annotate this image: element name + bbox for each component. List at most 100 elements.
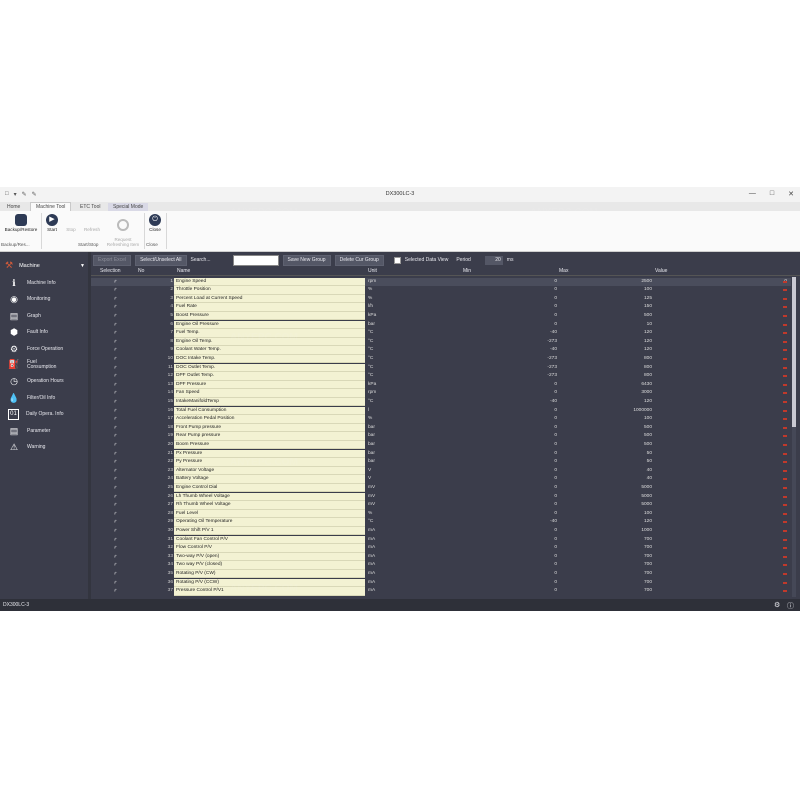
tab-special-mode[interactable]: Special Mode: [108, 203, 149, 211]
sidebar-item-machine-info[interactable]: ℹ Machine Info: [8, 276, 86, 290]
table-row[interactable]: ♂ 20 Boom Pressure bar 0 500: [91, 440, 791, 450]
column-header-max[interactable]: Max: [559, 268, 568, 274]
table-row[interactable]: ♂ 35 Rotating P/V (CW) mA 0 700: [91, 569, 791, 579]
selection-toggle-icon[interactable]: ♂: [113, 286, 117, 295]
selection-toggle-icon[interactable]: ♂: [113, 364, 117, 373]
selection-toggle-icon[interactable]: ♂: [113, 381, 117, 390]
selection-toggle-icon[interactable]: ♂: [113, 570, 117, 579]
start-button[interactable]: ▶ Start: [43, 212, 61, 232]
sidebar-item-graph[interactable]: ▤ Graph: [8, 309, 86, 323]
sidebar-item-force-operation[interactable]: ⚙ Force Operation: [8, 342, 86, 356]
table-row[interactable]: ♂ 16 Total Fuel Consumption l 0 1000000: [91, 406, 791, 416]
selection-toggle-icon[interactable]: ♂: [113, 518, 117, 527]
table-row[interactable]: ♂ 26 Lh Thumb Wheel Voltage mV 0 5000: [91, 492, 791, 502]
selection-toggle-icon[interactable]: ♂: [113, 475, 117, 484]
table-row[interactable]: ♂ 17 Acceleration Pedal Position% 0 100: [91, 415, 791, 424]
sidebar-item-daily-opera-info[interactable]: 01 Daily Opera. Info: [8, 407, 86, 421]
refresh-button[interactable]: Refresh: [81, 212, 103, 232]
column-header-unit[interactable]: Unit: [368, 268, 377, 274]
table-row[interactable]: ♂ 32 Flow Control P/V mA 0 700: [91, 544, 791, 553]
selection-toggle-icon[interactable]: ♂: [113, 536, 117, 545]
table-row[interactable]: ♂ 23 Alternator Voltage V 0 40: [91, 466, 791, 476]
table-row[interactable]: ♂ 7 Fuel Temp. °C -40 120: [91, 329, 791, 338]
sidebar-item-warning[interactable]: ⚠ Warning: [8, 440, 86, 454]
maximize-icon[interactable]: □: [770, 190, 774, 198]
table-row[interactable]: ♂ 25 Engine Control Dial mV 0 5000: [91, 483, 791, 493]
export-excel-button[interactable]: Export Excel: [93, 254, 132, 266]
sidebar-item-operation-hours[interactable]: ◷ Operation Hours: [8, 374, 86, 388]
selection-toggle-icon[interactable]: ♂: [113, 553, 117, 562]
column-header-no[interactable]: No: [138, 268, 144, 274]
close-window-icon[interactable]: ✕: [788, 190, 794, 198]
column-header-selection[interactable]: Selection: [100, 268, 121, 274]
selection-toggle-icon[interactable]: ♂: [113, 484, 117, 493]
table-row[interactable]: ♂ 14 Fan Speed rpm 0 3000: [91, 389, 791, 398]
table-row[interactable]: ♂ 8 Engine Oil Temp. °C -273 120: [91, 337, 791, 347]
table-row[interactable]: ♂ 31 Coolant Fan Control P/V mA 0 700: [91, 535, 791, 545]
column-header-min[interactable]: Min: [463, 268, 471, 274]
minimize-icon[interactable]: —: [749, 190, 756, 198]
selection-toggle-icon[interactable]: ♂: [113, 441, 117, 450]
selection-toggle-icon[interactable]: ♂: [113, 372, 117, 381]
search-dropdown[interactable]: [232, 254, 279, 266]
sidebar-item-fuel-consumption[interactable]: ⛽ Fuel Consumption: [8, 358, 86, 372]
table-row[interactable]: ♂ 37 Pressure Control P/V1 mA 0 700: [91, 587, 791, 596]
request-refreshing-item-button[interactable]: Request Refreshing Item: [104, 212, 142, 252]
table-row[interactable]: ♂ 2 Throttle Position% 0 100: [91, 286, 791, 295]
selection-toggle-icon[interactable]: ♂: [113, 407, 117, 416]
table-row[interactable]: ♂ 21 Px Pressure bar 0 50: [91, 449, 791, 459]
selection-toggle-icon[interactable]: ♂: [113, 295, 117, 304]
table-row[interactable]: ♂ 24 Battery Voltage V 0 40: [91, 475, 791, 484]
selection-toggle-icon[interactable]: ♂: [113, 424, 117, 433]
selection-toggle-icon[interactable]: ♂: [113, 467, 117, 476]
sidebar-item-fault-info[interactable]: ⬢ Fault Info: [8, 325, 86, 339]
table-row[interactable]: ♂ 18 Front Pump pressure bar 0 500: [91, 423, 791, 433]
selection-toggle-icon[interactable]: ♂: [113, 415, 117, 424]
save-new-group-button[interactable]: Save New Group: [282, 254, 331, 266]
sidebar-item-filter-oil-info[interactable]: 💧 Filter/Oil Info: [8, 391, 86, 405]
table-row[interactable]: ♂ 9 Coolant Water Temp. °C -40 120: [91, 346, 791, 355]
table-row[interactable]: ♂ 5 Boost Pressure kPa 0 500: [91, 311, 791, 321]
selection-toggle-icon[interactable]: ♂: [113, 303, 117, 312]
stop-button[interactable]: Stop: [63, 212, 79, 232]
scrollbar-thumb[interactable]: [792, 277, 796, 427]
backup-restore-button[interactable]: Backup/Restore: [2, 212, 40, 232]
selection-toggle-icon[interactable]: ♂: [113, 579, 117, 588]
selection-toggle-icon[interactable]: ♂: [113, 355, 117, 364]
table-row[interactable]: ♂ 12 DPF Outlet Temp. °C -273 800: [91, 372, 791, 381]
sidebar-header-machine[interactable]: ⚒ Machine ▼: [5, 260, 85, 271]
selection-toggle-icon[interactable]: ♂: [113, 389, 117, 398]
table-row[interactable]: ♂ 13 DPF Pressure kPa 0 6430: [91, 380, 791, 390]
tab-machine-tool[interactable]: Machine Tool: [30, 202, 72, 211]
table-row[interactable]: ♂ 28 Fuel Level% 0 100: [91, 509, 791, 519]
table-row[interactable]: ♂ 29 Operating Oil Temperature °C -40 120: [91, 518, 791, 527]
selection-toggle-icon[interactable]: ♂: [113, 338, 117, 347]
table-row[interactable]: ♂ 22 Py Pressure bar 0 50: [91, 458, 791, 467]
table-row[interactable]: ♂ 34 Two way P/V (closed) mA 0 700: [91, 561, 791, 570]
selection-toggle-icon[interactable]: ♂: [113, 312, 117, 321]
table-row[interactable]: ♂ 6 Engine Oil Pressure bar 0 10: [91, 320, 791, 330]
delete-cur-group-button[interactable]: Delete Cur Group: [334, 254, 384, 266]
selection-toggle-icon[interactable]: ♂: [113, 527, 117, 536]
table-row[interactable]: ♂ 3 Percent Load at Current Speed% 0 125: [91, 294, 791, 304]
table-row[interactable]: ♂ 27 Rh Thumb Wheel Voltage mV 0 5000: [91, 501, 791, 510]
table-row[interactable]: ♂ 15 IntakeManifoldTemp °C -40 120: [91, 397, 791, 407]
selection-toggle-icon[interactable]: ♂: [113, 544, 117, 553]
table-row[interactable]: ♂ 36 Rotating P/V (CCW) mA 0 700: [91, 578, 791, 588]
selection-toggle-icon[interactable]: ♂: [113, 278, 117, 287]
selection-toggle-icon[interactable]: ♂: [113, 501, 117, 510]
table-row[interactable]: ♂ 4 Fuel Rate l/h 0 150: [91, 303, 791, 312]
table-row[interactable]: ♂1Engine Speedrpm025000: [91, 277, 791, 287]
selection-toggle-icon[interactable]: ♂: [113, 561, 117, 570]
selection-toggle-icon[interactable]: ♂: [113, 458, 117, 467]
table-row[interactable]: ♂ 33 Two-way P/V (open) mA 0 700: [91, 552, 791, 562]
selection-toggle-icon[interactable]: ♂: [113, 432, 117, 441]
selection-toggle-icon[interactable]: ♂: [113, 587, 117, 596]
column-header-name[interactable]: Name: [177, 268, 190, 274]
table-row[interactable]: ♂ 30 Power Shift P/V 1 mA 0 1000: [91, 526, 791, 536]
sidebar-item-parameter[interactable]: ▤ Parameter: [8, 424, 86, 438]
selection-toggle-icon[interactable]: ♂: [113, 510, 117, 519]
selection-toggle-icon[interactable]: ♂: [113, 321, 117, 330]
table-row[interactable]: ♂ 19 Rear Pump pressure bar 0 500: [91, 432, 791, 441]
period-stepper[interactable]: 20: [484, 255, 503, 265]
